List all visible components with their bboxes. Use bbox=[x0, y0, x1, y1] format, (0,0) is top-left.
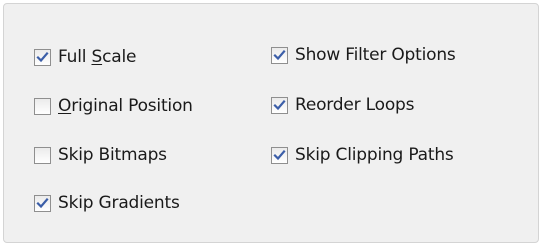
reorder-loops-checkbox[interactable] bbox=[271, 96, 288, 114]
checkmark-icon bbox=[273, 99, 286, 110]
reorder-loops-label: Reorder Loops bbox=[295, 95, 415, 115]
checkmark-icon bbox=[273, 49, 286, 60]
skip-clipping-paths-option[interactable]: Skip Clipping Paths bbox=[271, 143, 454, 167]
skip-clipping-paths-label: Skip Clipping Paths bbox=[295, 145, 454, 165]
skip-gradients-label: Skip Gradients bbox=[58, 193, 180, 213]
show-filter-options-checkbox[interactable] bbox=[271, 46, 288, 64]
skip-gradients-checkbox[interactable] bbox=[34, 194, 51, 212]
full-scale-checkbox[interactable] bbox=[34, 48, 51, 66]
skip-bitmaps-label: Skip Bitmaps bbox=[58, 145, 167, 165]
show-filter-options-option[interactable]: Show Filter Options bbox=[271, 43, 456, 67]
full-scale-label: Full Scale bbox=[58, 47, 137, 67]
accelerator-key: O bbox=[58, 96, 72, 116]
checkmark-icon bbox=[273, 149, 286, 160]
show-filter-options-label: Show Filter Options bbox=[295, 45, 456, 65]
accelerator-key: S bbox=[91, 47, 103, 67]
skip-bitmaps-option[interactable]: Skip Bitmaps bbox=[34, 143, 167, 167]
skip-clipping-paths-checkbox[interactable] bbox=[271, 146, 288, 164]
checkmark-icon bbox=[36, 197, 49, 208]
original-position-label: Original Position bbox=[58, 96, 193, 116]
original-position-checkbox[interactable] bbox=[34, 97, 51, 115]
skip-gradients-option[interactable]: Skip Gradients bbox=[34, 191, 180, 215]
reorder-loops-option[interactable]: Reorder Loops bbox=[271, 93, 414, 117]
full-scale-option[interactable]: Full Scale bbox=[34, 45, 136, 69]
original-position-option[interactable]: Original Position bbox=[34, 94, 193, 118]
skip-bitmaps-checkbox[interactable] bbox=[34, 146, 51, 164]
checkmark-icon bbox=[36, 51, 49, 62]
export-options-panel: Full Scale Original Position Skip Bitmap… bbox=[3, 3, 539, 243]
